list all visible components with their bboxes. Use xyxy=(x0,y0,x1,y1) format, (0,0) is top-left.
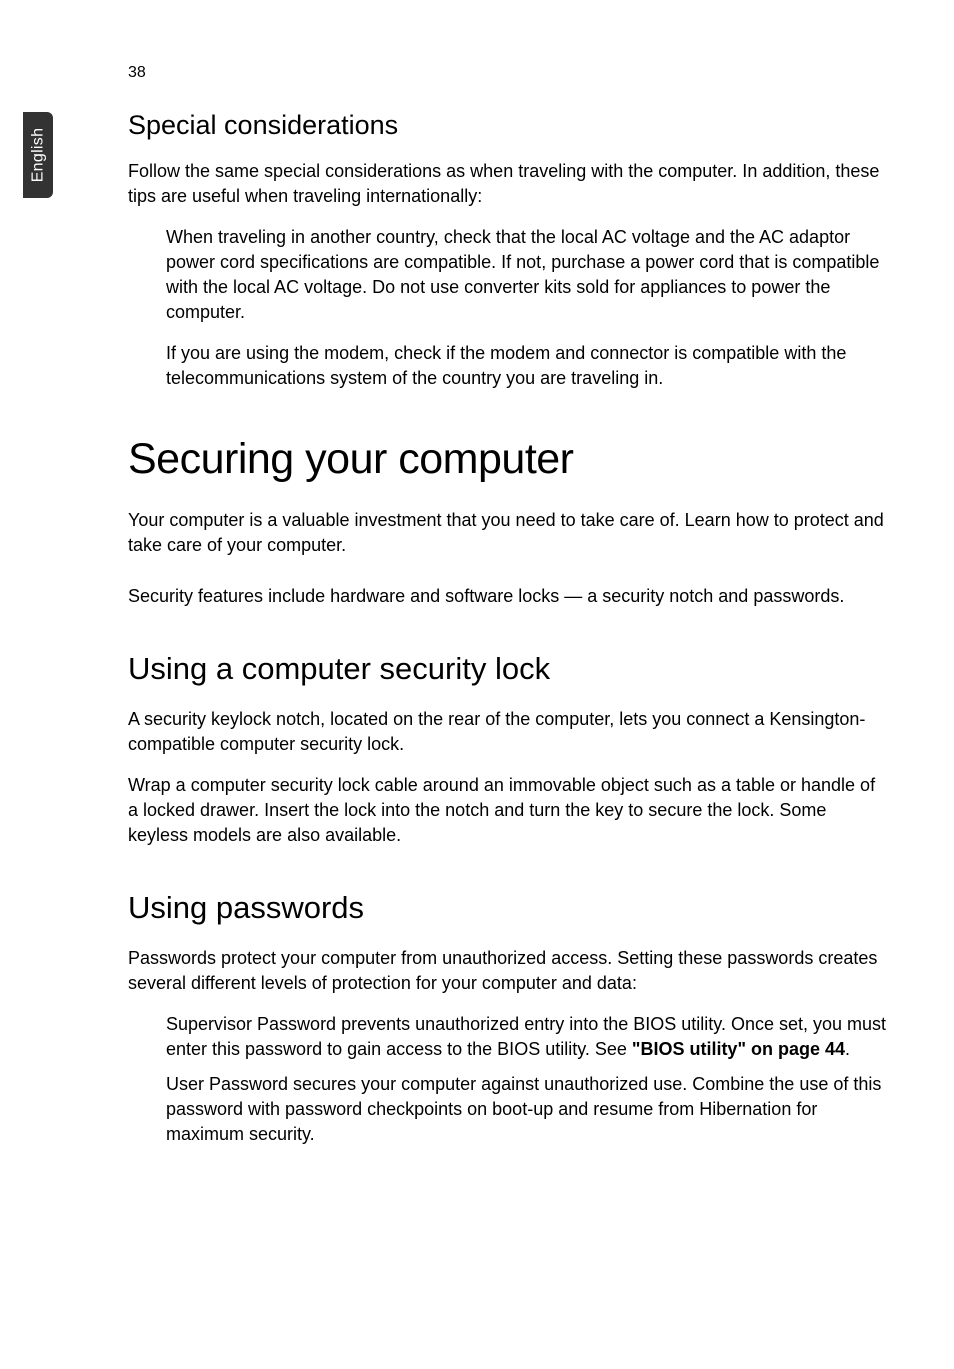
page-number: 38 xyxy=(128,64,146,82)
securing-p1: Your computer is a valuable investment t… xyxy=(128,508,888,558)
securing-p2: Security features include hardware and s… xyxy=(128,584,888,609)
heading-securing: Securing your computer xyxy=(128,435,888,484)
passwords-bullet-1-post: . xyxy=(845,1039,850,1059)
heading-passwords: Using passwords xyxy=(128,890,888,926)
special-intro: Follow the same special considerations a… xyxy=(128,159,888,209)
page-content: Special considerations Follow the same s… xyxy=(128,110,888,1163)
passwords-bullet-2: User Password secures your computer agai… xyxy=(166,1072,888,1147)
special-bullet-1: When traveling in another country, check… xyxy=(166,225,888,325)
passwords-bullet-1: Supervisor Password prevents unauthorize… xyxy=(166,1012,888,1062)
passwords-intro: Passwords protect your computer from una… xyxy=(128,946,888,996)
language-tab: English xyxy=(23,112,53,198)
language-tab-label: English xyxy=(29,128,47,183)
lock-p2: Wrap a computer security lock cable arou… xyxy=(128,773,888,848)
special-bullet-2: If you are using the modem, check if the… xyxy=(166,341,888,391)
heading-special-considerations: Special considerations xyxy=(128,110,888,141)
lock-p1: A security keylock notch, located on the… xyxy=(128,707,888,757)
heading-security-lock: Using a computer security lock xyxy=(128,651,888,687)
bios-utility-link[interactable]: "BIOS utility" on page 44 xyxy=(632,1039,845,1059)
